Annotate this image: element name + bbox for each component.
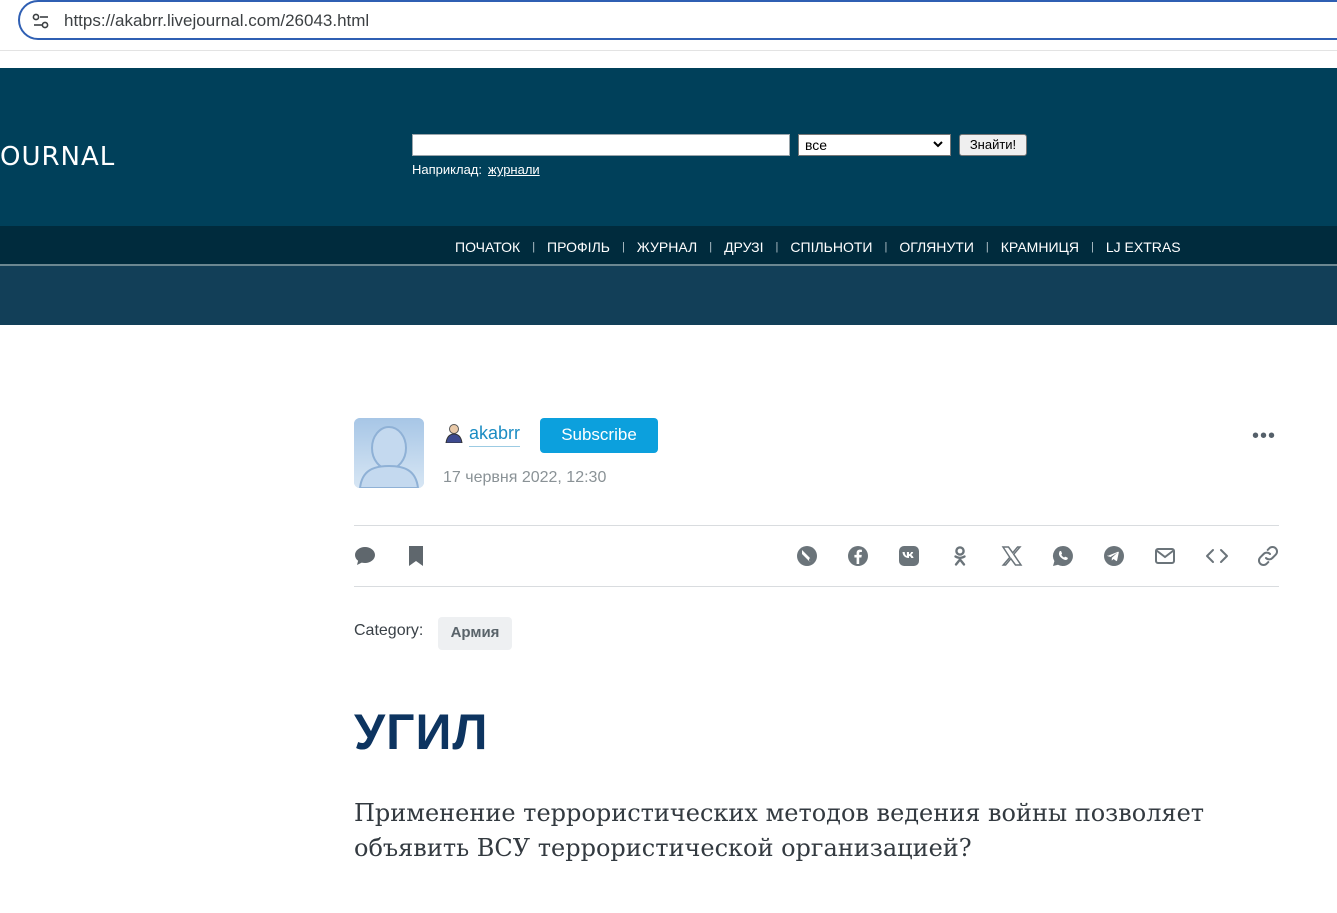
- comment-icon[interactable]: [353, 544, 377, 568]
- telegram-icon[interactable]: [1102, 544, 1126, 568]
- livejournal-share-icon[interactable]: [795, 544, 819, 568]
- address-bar[interactable]: https://akabrr.livejournal.com/26043.htm…: [18, 0, 1337, 40]
- example-label: Наприклад:: [412, 162, 482, 177]
- facebook-icon[interactable]: [846, 544, 870, 568]
- site-settings-icon[interactable]: [32, 13, 50, 29]
- embed-code-icon[interactable]: [1205, 544, 1229, 568]
- divider: [354, 586, 1279, 587]
- nav-item[interactable]: СПІЛЬНОТИ: [790, 239, 872, 255]
- bookmark-icon[interactable]: [404, 544, 428, 568]
- x-twitter-icon[interactable]: [1000, 544, 1024, 568]
- search-input[interactable]: [412, 134, 790, 156]
- search-button[interactable]: Знайти!: [959, 134, 1027, 156]
- site-header: OURNAL все Знайти! Наприклад: журнали: [0, 68, 1337, 226]
- nav-separator: |: [884, 241, 888, 253]
- nav-separator: |: [1090, 241, 1094, 253]
- divider: [354, 525, 1279, 526]
- browser-toolbar: https://akabrr.livejournal.com/26043.htm…: [0, 0, 1337, 51]
- header-subband: [0, 266, 1337, 325]
- site-logo[interactable]: OURNAL: [0, 142, 115, 172]
- url-text[interactable]: https://akabrr.livejournal.com/26043.htm…: [64, 11, 369, 31]
- category-label: Category:: [354, 622, 424, 639]
- nav-item[interactable]: ПОЧАТОК: [455, 239, 520, 255]
- post-date: 17 червня 2022, 12:30: [443, 469, 607, 486]
- nav-item[interactable]: ОГЛЯНУТИ: [899, 239, 974, 255]
- nav-separator: |: [532, 241, 536, 253]
- nav-separator: |: [709, 241, 713, 253]
- nav-items: ПОЧАТОК | ПРОФІЛЬ | ЖУРНАЛ | ДРУЗІ | СПІЛЬНОТИ | О…: [455, 239, 1181, 255]
- nav-separator: |: [985, 241, 989, 253]
- user-icon: [444, 423, 464, 444]
- search-scope-select[interactable]: все: [798, 134, 951, 156]
- example-link[interactable]: журнали: [488, 162, 540, 177]
- search-scope-value: все: [805, 137, 828, 153]
- nav-separator: |: [775, 241, 779, 253]
- odnoklassniki-icon[interactable]: [948, 544, 972, 568]
- email-icon[interactable]: [1153, 544, 1177, 568]
- more-options-icon[interactable]: •••: [1252, 425, 1276, 448]
- nav-item[interactable]: LJ EXTRAS: [1106, 239, 1181, 255]
- category-tag[interactable]: Армия: [438, 617, 512, 650]
- post-body: Применение террористических методов веде…: [354, 799, 1205, 862]
- avatar[interactable]: [354, 418, 424, 488]
- chevron-down-icon: [933, 141, 943, 148]
- vk-icon[interactable]: [897, 544, 921, 568]
- nav-item[interactable]: КРАМНИЦЯ: [1001, 239, 1079, 255]
- main-nav: ПОЧАТОК | ПРОФІЛЬ | ЖУРНАЛ | ДРУЗІ | СПІЛЬНОТИ | О…: [0, 226, 1337, 266]
- nav-item[interactable]: ДРУЗІ: [724, 239, 763, 255]
- copy-link-icon[interactable]: [1256, 544, 1280, 568]
- nav-item[interactable]: ЖУРНАЛ: [637, 239, 697, 255]
- search-example: Наприклад: журнали: [412, 162, 540, 177]
- post-title: УГИЛ: [354, 704, 489, 760]
- nav-separator: |: [621, 241, 625, 253]
- subscribe-button[interactable]: Subscribe: [540, 418, 658, 453]
- nav-item[interactable]: ПРОФІЛЬ: [547, 239, 610, 255]
- whatsapp-icon[interactable]: [1051, 544, 1075, 568]
- author-username[interactable]: akabrr: [469, 423, 521, 447]
